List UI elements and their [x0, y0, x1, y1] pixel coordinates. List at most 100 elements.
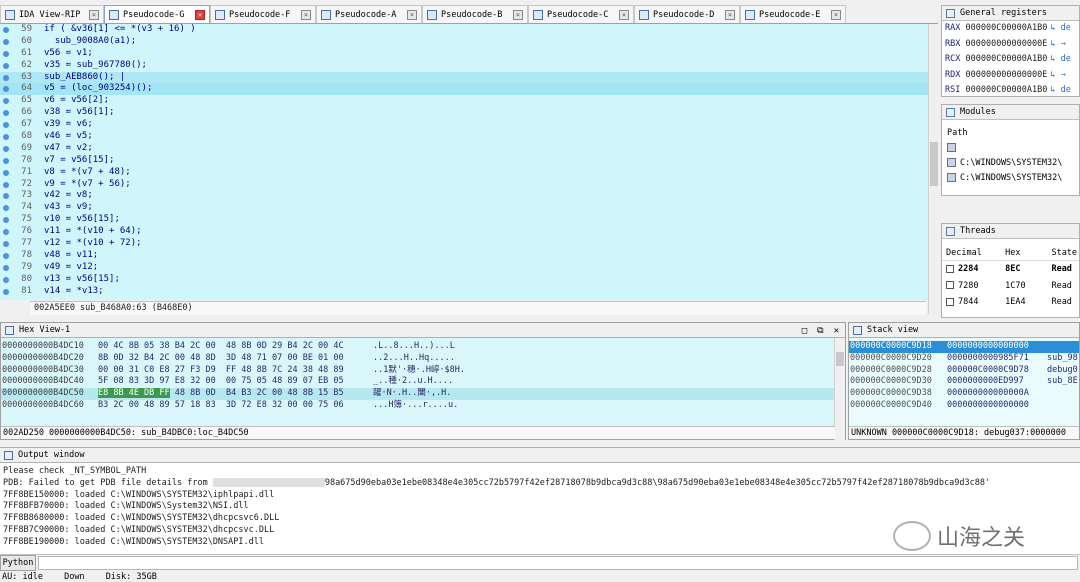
code-line[interactable]: 65 v6 = v56[2]; [0, 95, 928, 107]
python-language-button[interactable]: Python [0, 555, 36, 571]
stack-row[interactable]: 000000C0000C9D20 0000000000985F71 sub_98 [849, 353, 1079, 365]
hex-rows[interactable]: 0000000000B4DC10 00 4C 8B 05 38 B4 2C 00 … [1, 338, 845, 412]
register-row[interactable]: RDX 000000000000000E ↳ → [942, 68, 1079, 84]
breakpoint-dot-icon[interactable] [3, 50, 9, 57]
breakpoint-dot-icon[interactable] [3, 217, 9, 224]
threads-col-hex[interactable]: Hex [1001, 245, 1047, 260]
jump-arrow-icon[interactable]: ↳ [1050, 54, 1055, 64]
breakpoint-dot-icon[interactable] [3, 205, 9, 212]
output-line[interactable]: 7FF8BE150000: loaded C:\WINDOWS\SYSTEM32… [0, 490, 1080, 502]
breakpoint-dot-icon[interactable] [3, 134, 9, 141]
breakpoint-dot-icon[interactable] [3, 264, 9, 271]
close-icon[interactable]: × [619, 9, 629, 20]
scrollbar-thumb[interactable] [836, 352, 844, 366]
code-line[interactable]: 77 v12 = *(v10 + 72); [0, 238, 928, 250]
breakpoint-dot-icon[interactable] [3, 38, 9, 45]
hex-row[interactable]: 0000000000B4DC60 B3 2C 00 48 89 57 18 83 … [1, 400, 845, 412]
tab-pseudocode-e[interactable]: Pseudocode-E × [740, 5, 846, 23]
breakpoint-dot-icon[interactable] [3, 241, 9, 248]
close-icon[interactable]: × [725, 9, 735, 20]
float-icon[interactable]: ⧉ [817, 324, 823, 338]
stack-row[interactable]: 000000C0000C9D30 0000000000ED997 sub_8E [849, 376, 1079, 388]
hex-row[interactable]: 0000000000B4DC40 5F 08 83 3D 97 E8 32 00 … [1, 376, 845, 388]
hex-row[interactable]: 0000000000B4DC20 8B 0D 32 B4 2C 00 48 8D … [1, 353, 845, 365]
output-line[interactable]: 7FF8BFB70000: loaded C:\WINDOWS\System32… [0, 501, 1080, 513]
code-line[interactable]: 62 v35 = sub_967780(); [0, 60, 928, 72]
hex-row[interactable]: 0000000000B4DC30 00 00 31 C0 E8 27 F3 D9 … [1, 365, 845, 377]
register-row[interactable]: RAX 000000C00000A1B0 ↳ de [942, 21, 1079, 37]
code-line[interactable]: 59 if ( &v36[1] <= *(v3 + 16) ) [0, 24, 928, 36]
jump-arrow-icon[interactable]: ↳ [1050, 39, 1055, 49]
breakpoint-dot-icon[interactable] [3, 193, 9, 200]
threads-col-state[interactable]: State [1047, 245, 1079, 260]
breakpoint-dot-icon[interactable] [3, 122, 9, 129]
code-line[interactable]: 61 v56 = v1; [0, 48, 928, 60]
pseudocode-view[interactable]: 59 if ( &v36[1] <= *(v3 + 16) ) 60 sub_900… [0, 24, 928, 300]
close-icon[interactable]: × [831, 9, 841, 20]
thread-row[interactable]: 2284 8EC Read [942, 261, 1079, 278]
hex-scrollbar[interactable] [834, 338, 845, 440]
close-icon[interactable]: × [301, 9, 311, 20]
hex-row[interactable]: 0000000000B4DC10 00 4C 8B 05 38 B4 2C 00 … [1, 341, 845, 353]
tab-pseudocode-c[interactable]: Pseudocode-C × [528, 5, 634, 23]
tab-pseudocode-a[interactable]: Pseudocode-A × [316, 5, 422, 23]
breakpoint-dot-icon[interactable] [3, 181, 9, 188]
tab-pseudocode-b[interactable]: Pseudocode-B × [422, 5, 528, 23]
code-line[interactable]: 71 v8 = *(v7 + 48); [0, 167, 928, 179]
tab-ida-view-rip[interactable]: IDA View-RIP × [0, 5, 104, 23]
breakpoint-dot-icon[interactable] [3, 62, 9, 69]
modules-path-header[interactable]: Path [942, 126, 1079, 141]
close-icon[interactable]: × [195, 9, 205, 20]
code-line[interactable]: 80 v13 = v56[15]; [0, 274, 928, 286]
register-row[interactable]: RCX 000000C00000A1B0 ↳ de [942, 52, 1079, 68]
register-row[interactable]: RSI 000000C00000A1B0 ↳ de [942, 83, 1079, 96]
stack-row[interactable]: 000000C0000C9D28 000000C0000C9D78 debug0 [849, 365, 1079, 377]
breakpoint-dot-icon[interactable] [3, 229, 9, 236]
code-line[interactable]: 73 v42 = v8; [0, 190, 928, 202]
jump-arrow-icon[interactable]: ↳ [1050, 85, 1055, 95]
tab-pseudocode-f[interactable]: Pseudocode-F × [210, 5, 316, 23]
breakpoint-dot-icon[interactable] [3, 86, 9, 93]
thread-row[interactable]: 7844 1EA4 Read [942, 294, 1079, 311]
close-icon[interactable]: ✕ [834, 324, 839, 338]
output-line[interactable]: PDB: Failed to get PDB file details from… [0, 477, 1080, 490]
tab-pseudocode-d[interactable]: Pseudocode-D × [634, 5, 740, 23]
scrollbar-thumb[interactable] [930, 142, 938, 186]
code-line[interactable]: 60 sub_9008A0(a1); [0, 36, 928, 48]
breakpoint-dot-icon[interactable] [3, 27, 9, 33]
python-command-input[interactable] [38, 556, 1078, 570]
close-icon[interactable]: × [89, 9, 99, 20]
thread-row[interactable]: 7280 1C70 Read [942, 278, 1079, 295]
breakpoint-dot-icon[interactable] [3, 252, 9, 259]
breakpoint-dot-icon[interactable] [3, 145, 9, 152]
code-line[interactable]: 66 v38 = v56[1]; [0, 107, 928, 119]
threads-col-decimal[interactable]: Decimal [942, 245, 1001, 260]
module-row[interactable]: C:\WINDOWS\SYSTEM32\ [942, 171, 1079, 186]
stack-row[interactable]: 000000C0000C9D18 0000000000000000 [849, 341, 1079, 353]
breakpoint-dot-icon[interactable] [3, 276, 9, 283]
hex-row[interactable]: 0000000000B4DC50 E8 8B 4E DB FF 48 8B 0D … [1, 388, 845, 400]
code-line[interactable]: 81 v14 = *v13; [0, 286, 928, 298]
breakpoint-dot-icon[interactable] [3, 157, 9, 164]
code-line[interactable]: 69 v47 = v2; [0, 143, 928, 155]
pseudocode-scrollbar[interactable] [928, 24, 938, 314]
stack-row[interactable]: 000000C0000C9D38 000000000000000A [849, 388, 1079, 400]
breakpoint-dot-icon[interactable] [3, 74, 9, 81]
breakpoint-dot-icon[interactable] [3, 98, 9, 105]
code-line[interactable]: 68 v46 = v5; [0, 131, 928, 143]
code-line[interactable]: 78 v48 = v11; [0, 250, 928, 262]
code-line[interactable]: 63 sub_AEB860(); | [0, 71, 928, 84]
code-line[interactable]: 67 v39 = v6; [0, 119, 928, 131]
close-icon[interactable]: × [407, 9, 417, 20]
module-row[interactable] [942, 141, 1079, 156]
breakpoint-dot-icon[interactable] [3, 288, 9, 295]
close-icon[interactable]: × [513, 9, 523, 20]
code-line[interactable]: 72 v9 = *(v7 + 56); [0, 179, 928, 191]
restore-icon[interactable]: □ [802, 324, 807, 338]
breakpoint-dot-icon[interactable] [3, 169, 9, 176]
code-line[interactable]: 74 v43 = v9; [0, 202, 928, 214]
code-line[interactable]: 75 v10 = v56[15]; [0, 214, 928, 226]
register-row[interactable]: RBX 000000000000000E ↳ → [942, 37, 1079, 53]
code-line[interactable]: 76 v11 = *(v10 + 64); [0, 226, 928, 238]
output-line[interactable]: Please check _NT_SYMBOL_PATH [0, 466, 1080, 478]
